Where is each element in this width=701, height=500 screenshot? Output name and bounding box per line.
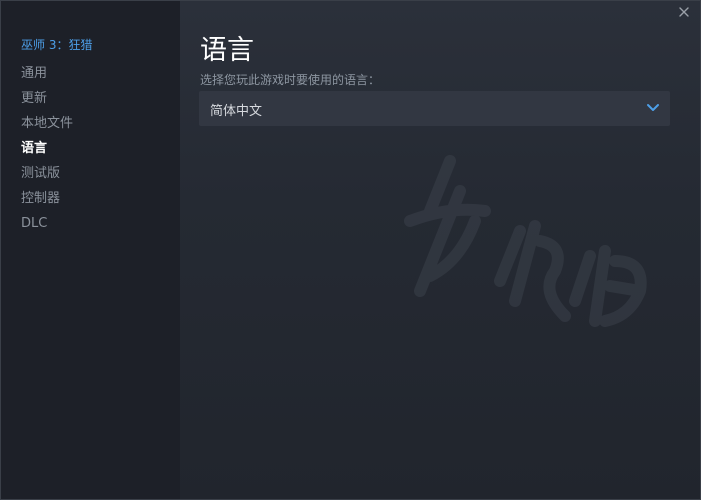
language-select[interactable]: 简体中文 xyxy=(199,91,670,126)
chevron-down-icon xyxy=(647,104,659,111)
sidebar-item-local-files[interactable]: 本地文件 xyxy=(21,114,73,139)
sidebar-item-dlc[interactable]: DLC xyxy=(21,214,73,239)
sidebar-item-language[interactable]: 语言 xyxy=(21,139,73,164)
sidebar-item-updates[interactable]: 更新 xyxy=(21,89,73,114)
watermark xyxy=(404,155,647,327)
close-icon xyxy=(679,7,689,17)
properties-window: 巫师 3：狂猎 通用 更新 本地文件 语言 测试版 控制器 DLC 语言 选择您… xyxy=(0,0,701,500)
game-title: 巫师 3：狂猎 xyxy=(21,38,93,52)
sidebar: 巫师 3：狂猎 通用 更新 本地文件 语言 测试版 控制器 DLC xyxy=(1,1,180,499)
sidebar-item-controller[interactable]: 控制器 xyxy=(21,189,73,214)
page-title: 语言 xyxy=(200,35,254,66)
sidebar-item-betas[interactable]: 测试版 xyxy=(21,164,73,189)
sidebar-item-general[interactable]: 通用 xyxy=(21,64,73,89)
main-panel: 语言 选择您玩此游戏时要使用的语言： 简体中文 xyxy=(180,1,700,499)
sidebar-nav: 通用 更新 本地文件 语言 测试版 控制器 DLC xyxy=(21,64,73,239)
close-button[interactable] xyxy=(676,4,692,20)
language-select-value: 简体中文 xyxy=(210,104,263,119)
language-prompt: 选择您玩此游戏时要使用的语言： xyxy=(200,73,381,87)
